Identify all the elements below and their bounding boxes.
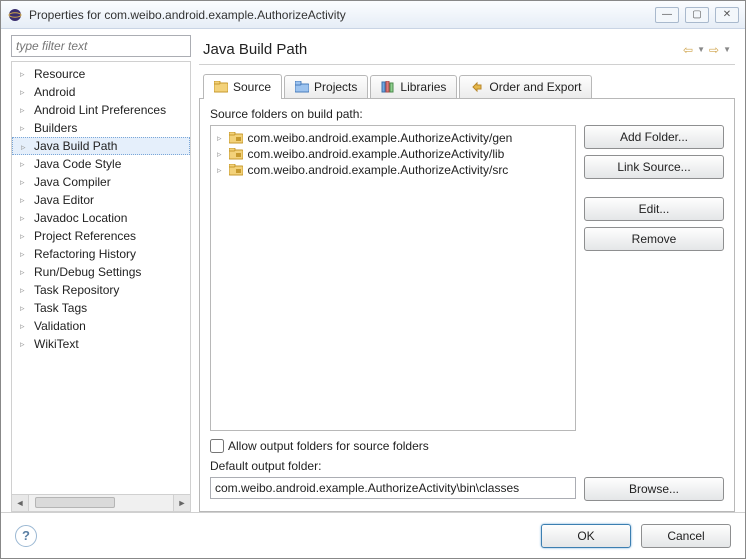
tree-item[interactable]: Java Editor bbox=[12, 191, 190, 209]
tree-item[interactable]: Resource bbox=[12, 65, 190, 83]
edit-button[interactable]: Edit... bbox=[584, 197, 724, 221]
close-button[interactable]: ✕ bbox=[715, 7, 739, 23]
nav-forward-drop-icon[interactable]: ▼ bbox=[723, 45, 731, 54]
tree-horizontal-scrollbar[interactable]: ◄ ► bbox=[11, 495, 191, 512]
dialog-body: ResourceAndroidAndroid Lint PreferencesB… bbox=[1, 29, 745, 558]
nav-forward-icon[interactable]: ⇨ bbox=[707, 43, 721, 57]
tab-label: Libraries bbox=[400, 80, 446, 94]
page-header: Java Build Path ⇦▼ ⇨▼ bbox=[199, 35, 735, 65]
category-tree[interactable]: ResourceAndroidAndroid Lint PreferencesB… bbox=[11, 61, 191, 495]
tree-item[interactable]: Android Lint Preferences bbox=[12, 101, 190, 119]
left-pane: ResourceAndroidAndroid Lint PreferencesB… bbox=[11, 35, 191, 512]
allow-output-row[interactable]: Allow output folders for source folders bbox=[210, 439, 724, 453]
maximize-button[interactable]: ▢ bbox=[685, 7, 709, 23]
tab[interactable]: Source bbox=[203, 74, 282, 99]
tree-item[interactable]: Task Tags bbox=[12, 299, 190, 317]
ok-button[interactable]: OK bbox=[541, 524, 631, 548]
tab[interactable]: Projects bbox=[284, 75, 368, 98]
source-folder-label: com.weibo.android.example.AuthorizeActiv… bbox=[248, 147, 505, 161]
default-output-label: Default output folder: bbox=[210, 459, 724, 473]
source-buttons-column: Add Folder... Link Source... Edit... Rem… bbox=[584, 125, 724, 431]
browse-button[interactable]: Browse... bbox=[584, 477, 724, 501]
tree-item[interactable]: WikiText bbox=[12, 335, 190, 353]
window-title: Properties for com.weibo.android.example… bbox=[29, 8, 655, 22]
nav-controls: ⇦▼ ⇨▼ bbox=[681, 43, 731, 57]
tree-item[interactable]: Java Build Path bbox=[12, 137, 190, 155]
right-pane: Java Build Path ⇦▼ ⇨▼ SourceProjectsLibr… bbox=[199, 35, 735, 512]
tree-item[interactable]: Run/Debug Settings bbox=[12, 263, 190, 281]
dialog-footer: ? OK Cancel bbox=[1, 512, 745, 558]
tabs-bar: Source Projects Libraries Order and Export bbox=[199, 73, 735, 99]
tab-label: Source bbox=[233, 80, 271, 94]
content-area: ResourceAndroidAndroid Lint PreferencesB… bbox=[1, 29, 745, 512]
page-title: Java Build Path bbox=[203, 41, 681, 58]
default-output-row: Browse... bbox=[210, 477, 724, 501]
remove-button[interactable]: Remove bbox=[584, 227, 724, 251]
scroll-left-arrow[interactable]: ◄ bbox=[12, 495, 29, 511]
tree-item[interactable]: Android bbox=[12, 83, 190, 101]
tree-item[interactable]: Refactoring History bbox=[12, 245, 190, 263]
titlebar: Properties for com.weibo.android.example… bbox=[1, 1, 745, 29]
scroll-thumb[interactable] bbox=[35, 497, 115, 508]
tree-item[interactable]: Java Compiler bbox=[12, 173, 190, 191]
tab[interactable]: Libraries bbox=[370, 75, 457, 98]
properties-dialog: Properties for com.weibo.android.example… bbox=[0, 0, 746, 559]
tree-item[interactable]: Java Code Style bbox=[12, 155, 190, 173]
tree-item[interactable]: Builders bbox=[12, 119, 190, 137]
allow-output-label: Allow output folders for source folders bbox=[228, 439, 429, 453]
scroll-track[interactable] bbox=[29, 495, 173, 511]
tab[interactable]: Order and Export bbox=[459, 75, 592, 98]
link-source-button[interactable]: Link Source... bbox=[584, 155, 724, 179]
default-output-input[interactable] bbox=[210, 477, 576, 499]
source-folder-item[interactable]: com.weibo.android.example.AuthorizeActiv… bbox=[217, 146, 569, 162]
tree-item[interactable]: Validation bbox=[12, 317, 190, 335]
minimize-button[interactable]: — bbox=[655, 7, 679, 23]
source-tab-panel: Source folders on build path: com.weibo.… bbox=[199, 99, 735, 512]
add-folder-button[interactable]: Add Folder... bbox=[584, 125, 724, 149]
source-folders-label: Source folders on build path: bbox=[210, 107, 724, 121]
eclipse-icon bbox=[7, 7, 23, 23]
scroll-right-arrow[interactable]: ► bbox=[173, 495, 190, 511]
help-icon[interactable]: ? bbox=[15, 525, 37, 547]
nav-back-icon[interactable]: ⇦ bbox=[681, 43, 695, 57]
window-controls: — ▢ ✕ bbox=[655, 7, 739, 23]
source-folder-item[interactable]: com.weibo.android.example.AuthorizeActiv… bbox=[217, 162, 569, 178]
source-folders-list[interactable]: com.weibo.android.example.AuthorizeActiv… bbox=[210, 125, 576, 431]
tree-item[interactable]: Javadoc Location bbox=[12, 209, 190, 227]
allow-output-checkbox[interactable] bbox=[210, 439, 224, 453]
tab-label: Projects bbox=[314, 80, 357, 94]
filter-input[interactable] bbox=[11, 35, 191, 57]
tree-item[interactable]: Project References bbox=[12, 227, 190, 245]
source-folder-label: com.weibo.android.example.AuthorizeActiv… bbox=[248, 163, 509, 177]
source-row: com.weibo.android.example.AuthorizeActiv… bbox=[210, 125, 724, 431]
source-folder-item[interactable]: com.weibo.android.example.AuthorizeActiv… bbox=[217, 130, 569, 146]
source-folder-label: com.weibo.android.example.AuthorizeActiv… bbox=[248, 131, 513, 145]
nav-back-drop-icon[interactable]: ▼ bbox=[697, 45, 705, 54]
cancel-button[interactable]: Cancel bbox=[641, 524, 731, 548]
tree-item[interactable]: Task Repository bbox=[12, 281, 190, 299]
tab-label: Order and Export bbox=[489, 80, 581, 94]
